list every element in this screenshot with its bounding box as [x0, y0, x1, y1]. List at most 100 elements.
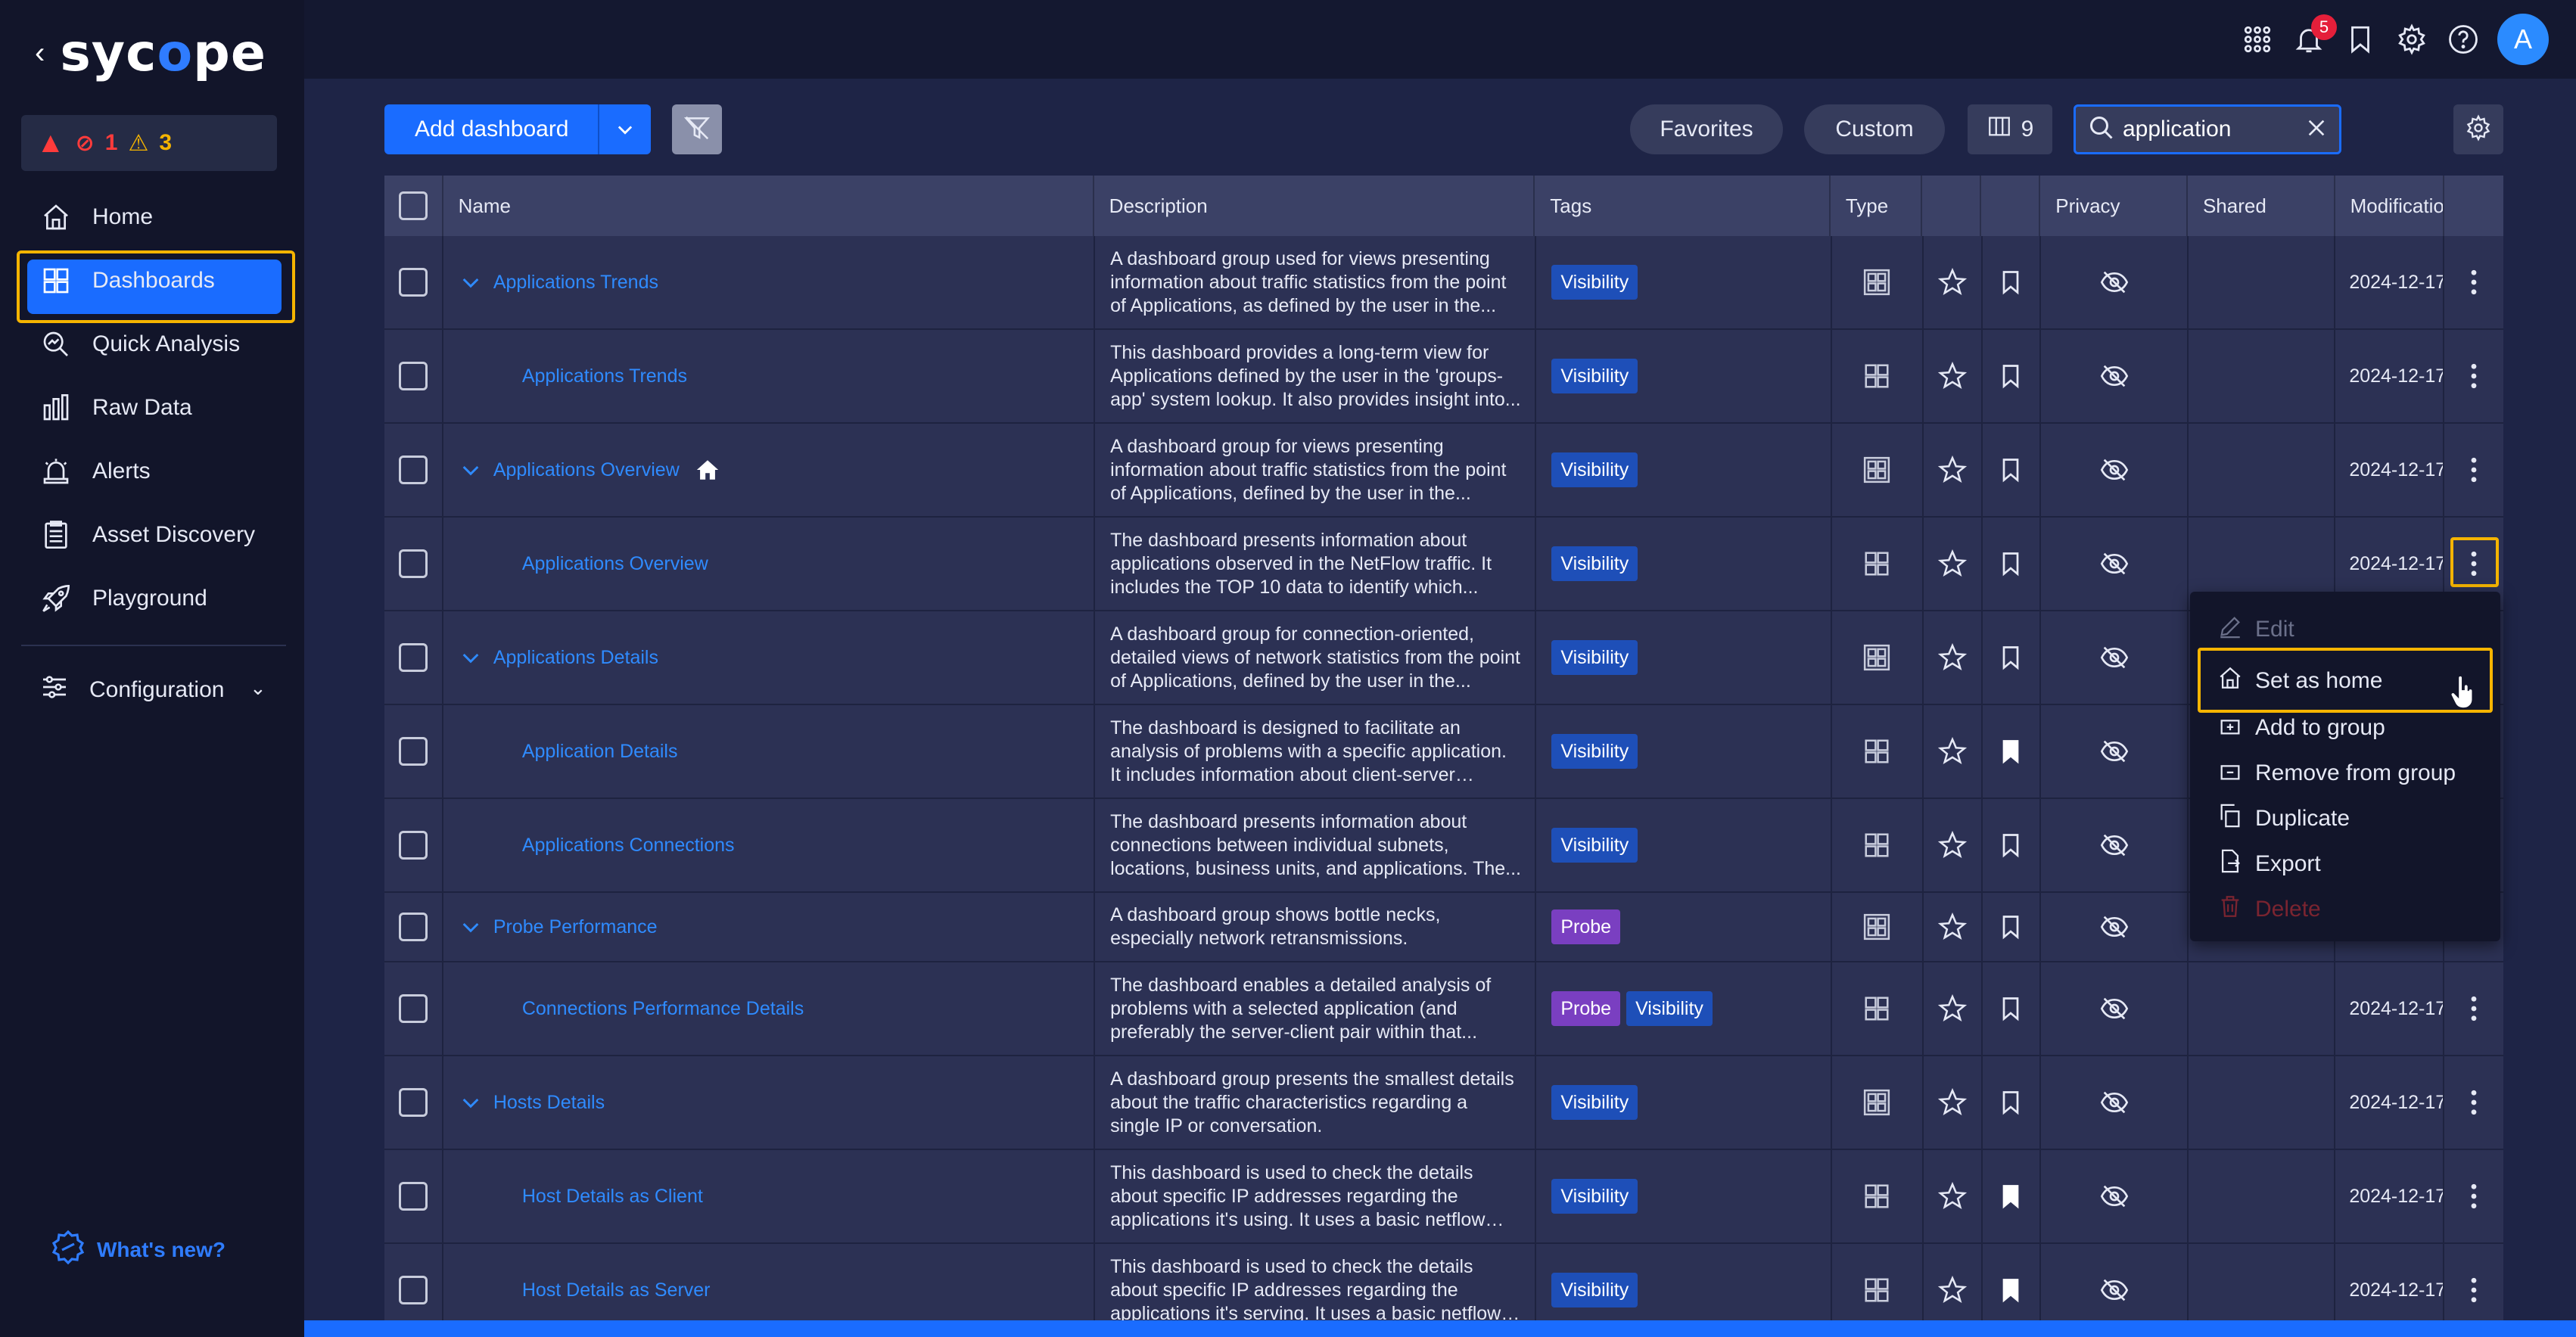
- table-row[interactable]: Host Details as Client This dashboard is …: [384, 1150, 2503, 1244]
- column-header-shared[interactable]: Shared: [2188, 176, 2335, 236]
- tag-badge[interactable]: Probe: [1551, 909, 1621, 944]
- dashboard-name-link[interactable]: Connections Performance Details: [522, 998, 804, 1020]
- tag-badge[interactable]: Visibility: [1551, 734, 1638, 769]
- row-checkbox[interactable]: [398, 994, 428, 1023]
- alerts-summary[interactable]: ▲ ⊘ 1 ⚠ 3: [21, 115, 277, 171]
- table-row[interactable]: Applications Connections The dashboard pr…: [384, 799, 2503, 893]
- tag-badge[interactable]: Visibility: [1551, 640, 1638, 675]
- tag-badge[interactable]: Visibility: [1551, 1179, 1638, 1214]
- nav-item-dashboards[interactable]: Dashboards: [0, 249, 304, 323]
- row-checkbox[interactable]: [398, 913, 428, 941]
- star-icon[interactable]: [1937, 1276, 1967, 1304]
- bookmark-icon[interactable]: [1997, 269, 2024, 296]
- search-box[interactable]: [2074, 104, 2341, 154]
- bookmark-icon[interactable]: [1997, 1089, 2024, 1116]
- star-icon[interactable]: [1937, 994, 1967, 1023]
- tag-badge[interactable]: Visibility: [1551, 359, 1638, 393]
- nav-item-alerts[interactable]: Alerts: [0, 440, 304, 503]
- menu-item-export[interactable]: Export: [2217, 843, 2321, 885]
- clear-search-icon[interactable]: [2304, 116, 2329, 144]
- dashboard-name-link[interactable]: Applications Overview: [493, 459, 680, 481]
- help-icon[interactable]: [2446, 22, 2481, 57]
- kebab-menu-icon[interactable]: [2470, 457, 2478, 483]
- kebab-menu-icon[interactable]: [2470, 269, 2478, 295]
- dashboard-name-link[interactable]: Applications Details: [493, 647, 658, 669]
- bookmark-icon[interactable]: [1997, 644, 2024, 671]
- row-checkbox[interactable]: [398, 549, 428, 578]
- dashboard-name-link[interactable]: Applications Connections: [522, 835, 735, 857]
- kebab-menu-icon[interactable]: [2470, 1090, 2478, 1115]
- table-row[interactable]: Connections Performance Details The dashb…: [384, 962, 2503, 1056]
- nav-item-home[interactable]: Home: [0, 185, 304, 249]
- kebab-menu-icon[interactable]: [2470, 996, 2478, 1021]
- table-row-group[interactable]: Applications Overview A dashboard group f…: [384, 424, 2503, 518]
- expand-chevron-icon[interactable]: [459, 1090, 483, 1115]
- row-checkbox[interactable]: [398, 1182, 428, 1211]
- nav-item-asset-discovery[interactable]: Asset Discovery: [0, 503, 304, 567]
- table-row[interactable]: Application Details The dashboard is desi…: [384, 705, 2503, 799]
- notifications-bell-icon[interactable]: 5: [2291, 14, 2337, 57]
- expand-chevron-icon[interactable]: [459, 645, 483, 670]
- star-icon[interactable]: [1937, 362, 1967, 390]
- column-header-privacy[interactable]: Privacy: [2040, 176, 2188, 236]
- kebab-menu-icon[interactable]: [2470, 1183, 2478, 1209]
- table-row[interactable]: Applications Overview The dashboard prese…: [384, 518, 2503, 611]
- tag-badge[interactable]: Visibility: [1551, 452, 1638, 487]
- table-row-group[interactable]: Probe Performance A dashboard group shows…: [384, 893, 2503, 962]
- row-checkbox[interactable]: [398, 268, 428, 297]
- bookmark-filled-icon[interactable]: [1997, 1276, 2024, 1304]
- kebab-menu-icon[interactable]: [2470, 363, 2478, 389]
- nav-item-quick-analysis[interactable]: Quick Analysis: [0, 312, 304, 376]
- dashboard-name-link[interactable]: Host Details as Server: [522, 1279, 711, 1301]
- dashboard-name-link[interactable]: Applications Trends: [493, 272, 658, 294]
- select-all-checkbox[interactable]: [398, 191, 428, 220]
- dashboard-name-link[interactable]: Probe Performance: [493, 916, 658, 938]
- dashboard-name-link[interactable]: Applications Trends: [522, 365, 687, 387]
- kebab-menu-icon[interactable]: [2470, 1277, 2478, 1303]
- table-row-group[interactable]: Applications Trends A dashboard group use…: [384, 236, 2503, 330]
- apps-grid-icon[interactable]: [2240, 22, 2275, 57]
- nav-item-raw-data[interactable]: Raw Data: [0, 376, 304, 440]
- custom-button[interactable]: Custom: [1804, 104, 1945, 154]
- bookmark-icon[interactable]: [1997, 832, 2024, 859]
- bookmark-icon[interactable]: [1997, 995, 2024, 1022]
- table-settings-button[interactable]: [2453, 104, 2503, 154]
- dashboard-name-link[interactable]: Hosts Details: [493, 1092, 605, 1114]
- table-row[interactable]: Applications Trends This dashboard provid…: [384, 330, 2503, 424]
- row-checkbox[interactable]: [398, 643, 428, 672]
- collapse-sidebar-icon[interactable]: ‹: [35, 36, 45, 70]
- tag-badge[interactable]: Visibility: [1551, 828, 1638, 863]
- star-icon[interactable]: [1937, 831, 1967, 860]
- bookmark-icon[interactable]: [1997, 913, 2024, 941]
- star-icon[interactable]: [1937, 1088, 1967, 1117]
- tag-badge[interactable]: Visibility: [1551, 1273, 1638, 1307]
- tag-badge[interactable]: Visibility: [1551, 1085, 1638, 1120]
- search-input[interactable]: [2123, 117, 2304, 142]
- row-checkbox[interactable]: [398, 1088, 428, 1117]
- nav-item-playground[interactable]: Playground: [0, 567, 304, 630]
- dashboard-name-link[interactable]: Application Details: [522, 741, 678, 763]
- column-header-description[interactable]: Description: [1094, 176, 1535, 236]
- table-row-group[interactable]: Applications Details A dashboard group fo…: [384, 611, 2503, 705]
- tag-badge[interactable]: Visibility: [1551, 546, 1638, 581]
- add-dashboard-dropdown-icon[interactable]: [599, 119, 651, 140]
- row-checkbox[interactable]: [398, 456, 428, 484]
- bookmark-icon[interactable]: [1997, 550, 2024, 577]
- bookmark-icon[interactable]: [1997, 456, 2024, 483]
- tag-badge[interactable]: Visibility: [1626, 991, 1713, 1026]
- row-checkbox[interactable]: [398, 737, 428, 766]
- row-checkbox[interactable]: [398, 362, 428, 390]
- menu-item-duplicate[interactable]: Duplicate: [2217, 798, 2350, 840]
- add-dashboard-button[interactable]: Add dashboard: [384, 104, 651, 154]
- whats-new-link[interactable]: What's new?: [50, 1229, 226, 1270]
- columns-button[interactable]: 9: [1968, 104, 2052, 154]
- column-header-type[interactable]: Type: [1831, 176, 1922, 236]
- expand-chevron-icon[interactable]: [459, 270, 483, 294]
- menu-item-remove-from-group[interactable]: Remove from group: [2217, 752, 2456, 794]
- star-icon[interactable]: [1937, 913, 1967, 941]
- tag-badge[interactable]: Probe: [1551, 991, 1621, 1026]
- row-checkbox[interactable]: [398, 1276, 428, 1304]
- star-icon[interactable]: [1937, 268, 1967, 297]
- favorites-button[interactable]: Favorites: [1630, 104, 1783, 154]
- star-icon[interactable]: [1937, 737, 1967, 766]
